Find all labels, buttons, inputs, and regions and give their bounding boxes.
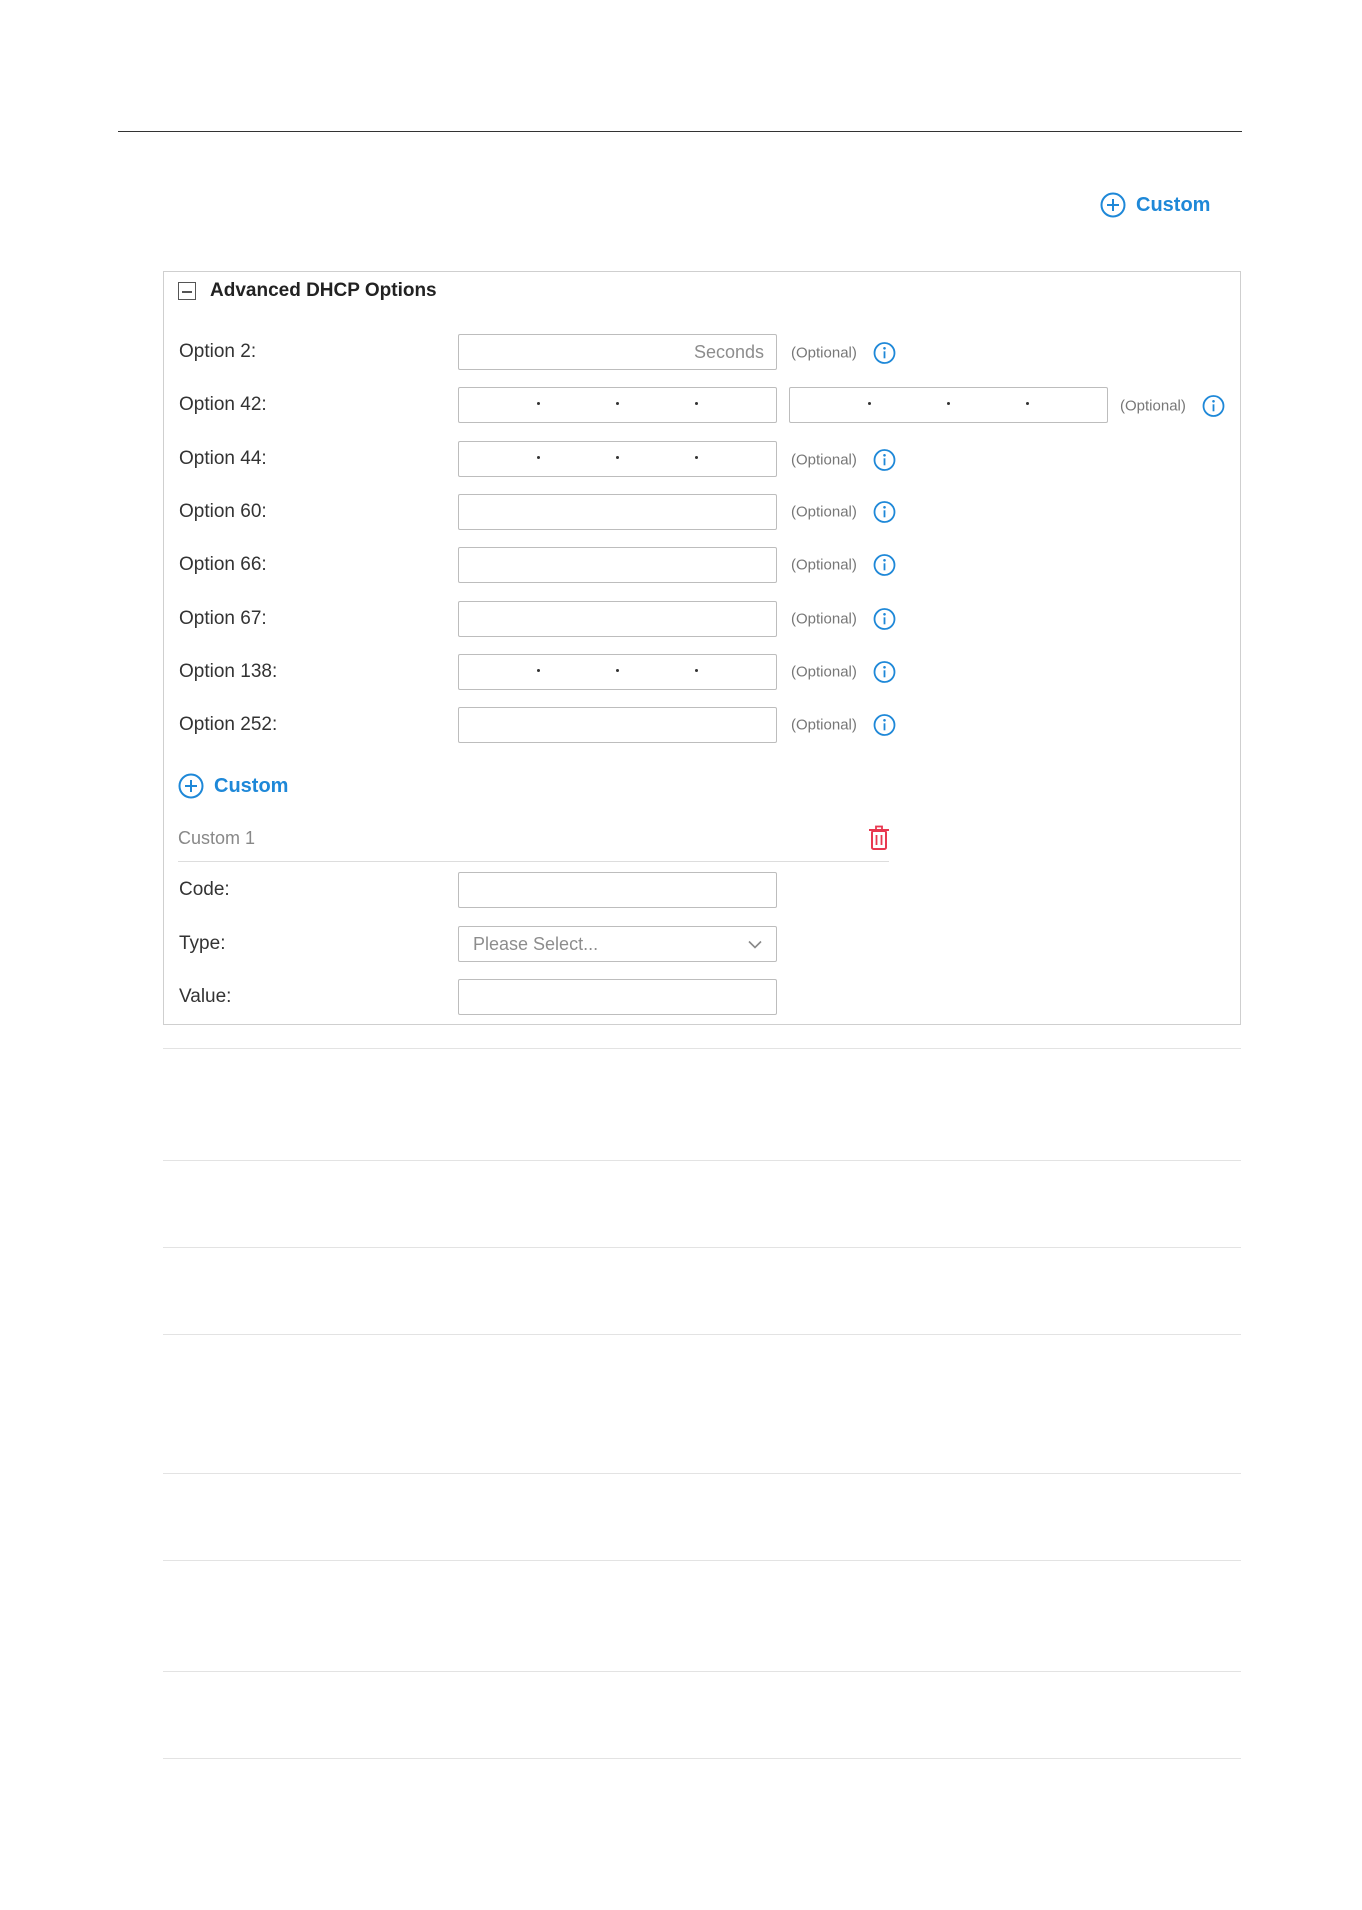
panel-header[interactable]: Advanced DHCP Options — [178, 280, 437, 302]
option-60-input-wrap[interactable] — [458, 494, 777, 530]
option-252-label: Option 252: — [179, 714, 278, 735]
optional-hint: (Optional) — [791, 344, 857, 362]
option-44-ip-input[interactable] — [458, 441, 777, 477]
option-44-label: Option 44: — [179, 448, 267, 469]
option-67-label: Option 67: — [179, 608, 267, 629]
section-divider — [163, 1160, 1241, 1161]
info-circle-icon[interactable] — [873, 449, 896, 472]
value-label: Value: — [179, 986, 232, 1007]
add-custom-option-button[interactable]: Custom — [178, 773, 288, 799]
add-custom-button-top[interactable]: Custom — [1100, 192, 1210, 218]
option-60-input[interactable] — [459, 495, 776, 529]
info-circle-icon[interactable] — [873, 608, 896, 631]
option-42-label: Option 42: — [179, 394, 267, 415]
code-input-wrap[interactable] — [458, 872, 777, 908]
info-circle-icon[interactable] — [873, 714, 896, 737]
value-input[interactable] — [459, 980, 776, 1014]
value-input-wrap[interactable] — [458, 979, 777, 1015]
option-66-label: Option 66: — [179, 554, 267, 575]
option-42-ip-input-1[interactable] — [458, 387, 777, 423]
code-label: Code: — [179, 879, 230, 900]
section-divider — [163, 1560, 1241, 1561]
chevron-down-icon — [748, 940, 762, 949]
custom-label: Custom — [214, 774, 289, 797]
section-divider — [163, 1671, 1241, 1672]
plus-circle-icon — [1100, 192, 1126, 218]
option-252-input[interactable] — [459, 708, 776, 742]
type-label: Type: — [179, 933, 226, 954]
advanced-dhcp-options-panel: Advanced DHCP Options Option 2: (Optiona… — [163, 271, 1241, 1025]
option-252-input-wrap[interactable] — [458, 707, 777, 743]
section-divider — [163, 1473, 1241, 1474]
custom-entry-header: Custom 1 — [178, 814, 889, 862]
info-circle-icon[interactable] — [873, 501, 896, 524]
type-select[interactable]: Please Select... — [458, 926, 777, 962]
minus-square-icon[interactable] — [178, 282, 196, 300]
code-input[interactable] — [459, 873, 776, 907]
section-divider — [163, 1048, 1241, 1049]
panel-title: Advanced DHCP Options — [210, 280, 437, 301]
top-divider — [118, 131, 1242, 132]
option-138-label: Option 138: — [179, 661, 278, 682]
trash-icon[interactable] — [868, 825, 890, 851]
section-divider — [163, 1247, 1241, 1248]
custom-label: Custom — [1136, 193, 1211, 216]
info-circle-icon[interactable] — [873, 342, 896, 365]
optional-hint: (Optional) — [791, 503, 857, 521]
option-42-ip-input-2[interactable] — [789, 387, 1108, 423]
option-66-input[interactable] — [459, 548, 776, 582]
optional-hint: (Optional) — [791, 451, 857, 469]
option-60-label: Option 60: — [179, 501, 267, 522]
option-138-ip-input[interactable] — [458, 654, 777, 690]
info-circle-icon[interactable] — [1202, 395, 1225, 418]
section-divider — [163, 1334, 1241, 1335]
plus-circle-icon — [178, 773, 204, 799]
optional-hint: (Optional) — [791, 556, 857, 574]
option-67-input[interactable] — [459, 602, 776, 636]
optional-hint: (Optional) — [791, 663, 857, 681]
option-2-input[interactable] — [459, 335, 776, 369]
option-2-input-wrap[interactable] — [458, 334, 777, 370]
optional-hint: (Optional) — [791, 610, 857, 628]
option-66-input-wrap[interactable] — [458, 547, 777, 583]
type-select-placeholder: Please Select... — [473, 933, 599, 954]
info-circle-icon[interactable] — [873, 661, 896, 684]
optional-hint: (Optional) — [791, 716, 857, 734]
optional-hint: (Optional) — [1120, 397, 1186, 415]
section-divider — [163, 1758, 1241, 1759]
info-circle-icon[interactable] — [873, 554, 896, 577]
option-67-input-wrap[interactable] — [458, 601, 777, 637]
option-2-label: Option 2: — [179, 341, 257, 362]
custom-entry-title: Custom 1 — [178, 828, 256, 848]
